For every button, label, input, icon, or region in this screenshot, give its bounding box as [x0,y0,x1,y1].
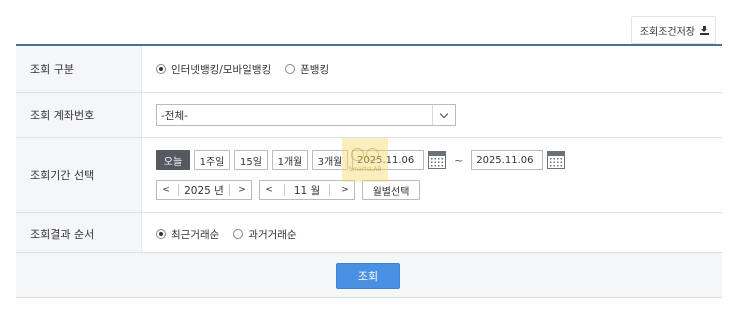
result-order-label: 조회결과 순서 [16,213,142,255]
radio-unselected-icon[interactable] [285,64,296,74]
month-prev-arrow-icon[interactable]: < [263,185,275,195]
period-today-button[interactable]: 오늘 [156,150,190,170]
period-label: 조회기간 선택 [16,138,142,212]
radio-selected-icon[interactable] [156,229,166,239]
account-row: 조회 계좌번호 -전체- [16,93,722,138]
month-stepper: < 11 월 > [259,180,355,200]
account-select[interactable]: -전체- [156,104,456,126]
radio-oldest-first[interactable]: 과거거래순 [233,227,297,242]
radio-internet-mobile[interactable]: 인터넷뱅킹/모바일뱅킹 [156,62,271,77]
action-bar: 조회 [16,252,722,298]
period-row: 조회기간 선택 오늘 1주일 15일 1개월 3개월 2025.11.06 ~ … [16,138,722,213]
month-next-arrow-icon[interactable]: > [339,185,351,195]
date-separator: ~ [454,153,464,167]
search-button[interactable]: 조회 [336,263,400,289]
radio-internet-mobile-label: 인터넷뱅킹/모바일뱅킹 [171,63,272,76]
radio-unselected-icon[interactable] [233,229,244,239]
inquiry-form: 조회 구분 인터넷뱅킹/모바일뱅킹 폰뱅킹 조회 계좌번호 -전체- 조회기간 … [16,44,722,256]
account-label: 조회 계좌번호 [16,93,142,137]
period-1month-button[interactable]: 1개월 [272,150,308,170]
radio-recent-first[interactable]: 최근거래순 [156,227,219,242]
inquiry-type-row: 조회 구분 인터넷뱅킹/모바일뱅킹 폰뱅킹 [16,46,722,93]
account-select-value: -전체- [161,109,188,122]
radio-recent-first-label: 최근거래순 [171,228,220,241]
download-icon [700,25,709,35]
period-15days-button[interactable]: 15일 [234,150,268,170]
year-value: 2025 년 [184,184,224,197]
month-value: 11 월 [293,184,321,197]
year-stepper: < 2025 년 > [156,180,252,200]
start-date-input[interactable]: 2025.11.06 [352,150,424,170]
radio-phone-banking[interactable]: 폰뱅킹 [285,62,329,77]
save-conditions-label: 조회조건저장 [639,26,695,38]
dropdown-arrow-icon[interactable] [432,105,455,125]
period-3month-button[interactable]: 3개월 [312,150,348,170]
radio-selected-icon[interactable] [156,64,166,74]
start-calendar-icon[interactable] [428,151,446,169]
month-select-button[interactable]: 월별선택 [362,180,420,200]
year-prev-arrow-icon[interactable]: < [160,185,172,195]
inquiry-type-label: 조회 구분 [16,46,142,92]
radio-oldest-first-label: 과거거래순 [248,228,297,241]
radio-phone-banking-label: 폰뱅킹 [300,63,330,76]
period-1week-button[interactable]: 1주일 [194,150,230,170]
end-calendar-icon[interactable] [547,151,566,169]
end-date-input[interactable]: 2025.11.06 [471,150,544,170]
result-order-row: 조회결과 순서 최근거래순 과거거래순 [16,213,722,256]
year-next-arrow-icon[interactable]: > [236,185,248,195]
save-conditions-button[interactable]: 조회조건저장 [630,16,716,44]
